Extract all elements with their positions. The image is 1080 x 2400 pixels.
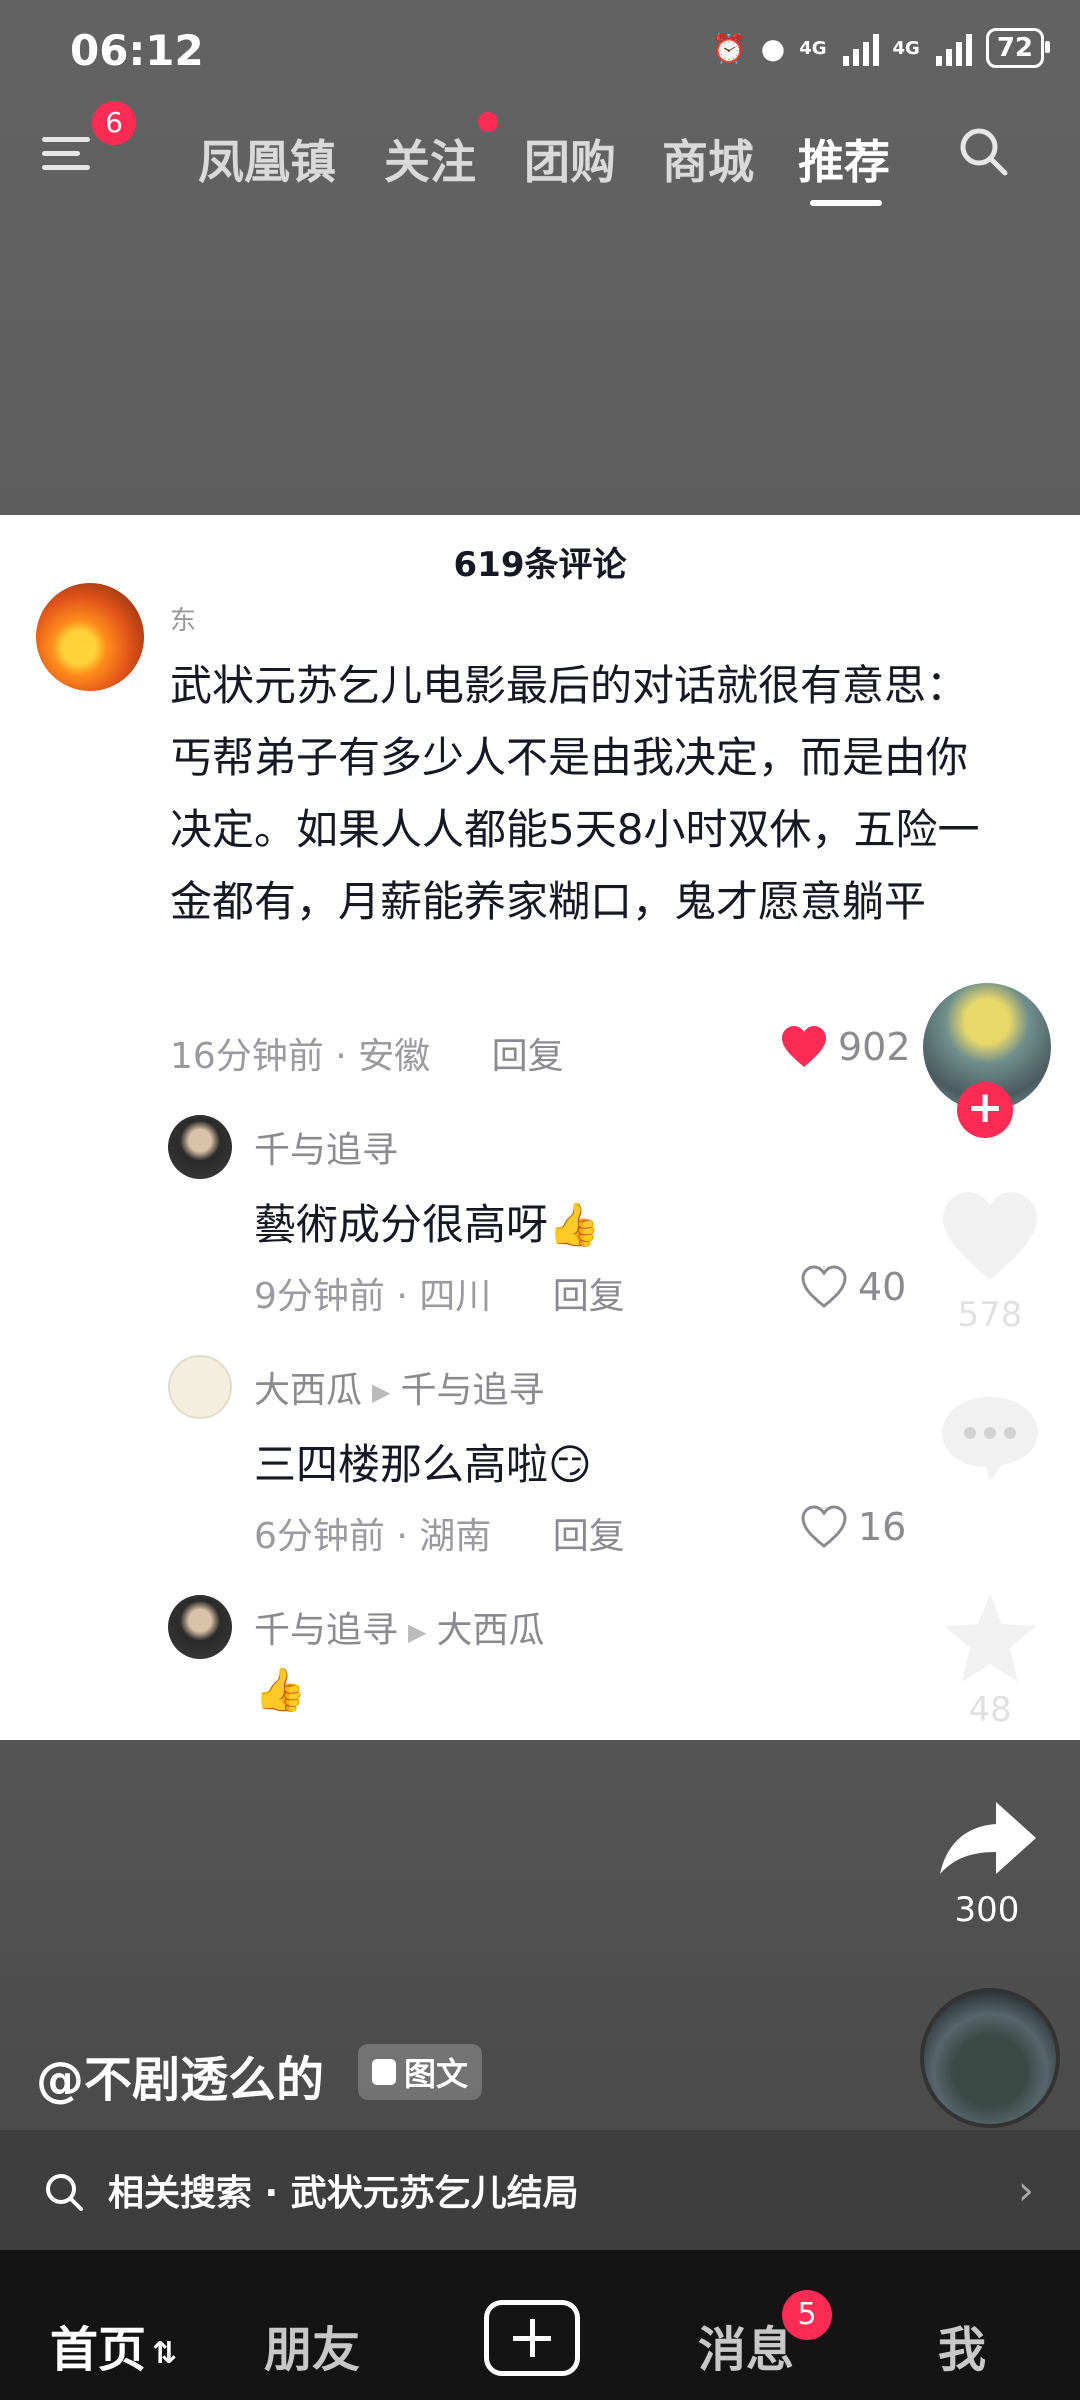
- side-favorite-count: 48: [968, 1690, 1012, 1730]
- commenter-avatar[interactable]: [36, 583, 144, 691]
- nav-home-label: 首页: [50, 2322, 147, 2378]
- comment-time-location: 16分钟前 · 安徽: [170, 1036, 431, 1077]
- menu-badge: 6: [92, 101, 136, 145]
- tab-group-buy[interactable]: 团购: [524, 126, 616, 192]
- heart-filled-icon: [782, 1026, 826, 1067]
- heart-outline-icon: [801, 1265, 847, 1308]
- post-type-label: 图文: [404, 2055, 469, 2093]
- following-notification-dot: [478, 112, 498, 132]
- tab-following[interactable]: 关注: [384, 126, 476, 192]
- reply-arrow-icon: ▶: [372, 1378, 391, 1406]
- nav-friends[interactable]: 朋友: [264, 2310, 360, 2380]
- reply-time-location: 6分钟前 · 湖南: [254, 1516, 492, 1557]
- side-favorite-icon[interactable]: [940, 1590, 1040, 1686]
- reply-button[interactable]: 回复: [492, 1036, 564, 1077]
- music-disc[interactable]: [920, 1988, 1060, 2128]
- battery-indicator: 72: [985, 28, 1051, 68]
- post-type-chip: 图文: [358, 2044, 483, 2100]
- search-icon: [46, 2174, 83, 2211]
- chevron-right-icon: ›: [1018, 2168, 1034, 2214]
- network-label-1: 4G: [799, 37, 827, 59]
- reply-time-location: 9分钟前 · 四川: [254, 1276, 492, 1317]
- messages-badge: 5: [782, 2290, 832, 2340]
- reply-avatar[interactable]: [168, 1595, 232, 1659]
- search-icon[interactable]: [958, 126, 1008, 176]
- reply-to-username[interactable]: 大西瓜: [436, 1610, 544, 1651]
- reply-like[interactable]: 40: [800, 1265, 906, 1309]
- follow-plus-icon[interactable]: +: [957, 1082, 1013, 1138]
- location-icon: ●: [760, 31, 786, 65]
- reply-text: 👍: [254, 1665, 307, 1714]
- plus-icon-vertical: [530, 2319, 535, 2357]
- share-arrow-icon[interactable]: [936, 1798, 1040, 1878]
- share-count: 300: [954, 1890, 1020, 1930]
- reply-to-username[interactable]: 千与追寻: [400, 1370, 544, 1411]
- comment-panel[interactable]: 619条评论 东 武状元苏乞儿电影最后的对话就很有意思：丐帮弟子有多少人不是由我…: [0, 515, 1080, 1740]
- menu-button[interactable]: [42, 128, 102, 188]
- reply-button[interactable]: 回复: [553, 1516, 625, 1557]
- video-background-top: [0, 0, 1080, 515]
- side-like-count: 578: [957, 1295, 1023, 1335]
- reply-text: 三四楼那么高啦😏: [254, 1440, 592, 1489]
- reply-text: 藝術成分很高呀👍: [254, 1200, 601, 1249]
- like-count: 40: [858, 1265, 907, 1309]
- image-post-icon: [372, 2059, 396, 2085]
- status-time: 06:12: [70, 26, 204, 75]
- reply-button[interactable]: 回复: [553, 1276, 625, 1317]
- status-icons: ⏰ ● 4G 4G 72: [711, 28, 1051, 68]
- comment-like[interactable]: 902: [780, 1025, 911, 1069]
- side-comment-icon[interactable]: [938, 1393, 1042, 1483]
- like-count: 16: [858, 1505, 907, 1549]
- comment-count-header: 619条评论: [453, 545, 627, 585]
- signal-icon: [842, 30, 879, 66]
- video-author[interactable]: @不剧透么的: [36, 2040, 324, 2110]
- refresh-swap-icon: ⇅: [152, 2335, 178, 2371]
- reply-meta: 9分钟前 · 四川 回复: [254, 1267, 625, 1319]
- reply-username[interactable]: 大西瓜: [254, 1370, 362, 1411]
- nav-home[interactable]: 首页 ⇅: [50, 2310, 177, 2380]
- signal-icon-2: [935, 30, 972, 66]
- nav-me[interactable]: 我: [938, 2310, 986, 2380]
- reply-username[interactable]: 千与追寻: [254, 1610, 398, 1651]
- reply-meta: 6分钟前 · 湖南 回复: [254, 1507, 625, 1559]
- tab-mall[interactable]: 商城: [662, 126, 754, 192]
- like-count: 902: [838, 1025, 911, 1069]
- commenter-username[interactable]: 东: [170, 600, 196, 637]
- reply-arrow-icon: ▶: [408, 1618, 427, 1646]
- reply-avatar[interactable]: [168, 1115, 232, 1179]
- reply-username-line: 大西瓜 ▶ 千与追寻: [254, 1361, 545, 1413]
- reply-username-line: 千与追寻 ▶ 大西瓜: [254, 1601, 545, 1653]
- tab-local[interactable]: 凤凰镇: [198, 126, 336, 192]
- create-post-button[interactable]: [484, 2300, 580, 2376]
- comment-text: 武状元苏乞儿电影最后的对话就很有意思：丐帮弟子有多少人不是由我决定，而是由你决定…: [170, 661, 980, 926]
- heart-outline-icon: [801, 1505, 847, 1548]
- tab-recommend[interactable]: 推荐: [798, 126, 890, 192]
- network-label-2: 4G: [892, 37, 920, 59]
- side-like-icon[interactable]: [938, 1190, 1042, 1284]
- related-search-bar[interactable]: 相关搜索 · 武状元苏乞儿结局 ›: [0, 2130, 1080, 2250]
- alarm-icon: ⏰: [711, 31, 747, 65]
- active-tab-indicator: [810, 200, 882, 206]
- reply-like[interactable]: 16: [800, 1505, 906, 1549]
- nav-messages[interactable]: 消息: [698, 2310, 794, 2380]
- related-search-text: 相关搜索 · 武状元苏乞儿结局: [108, 2173, 579, 2214]
- reply-username[interactable]: 千与追寻: [254, 1121, 398, 1173]
- comment-meta: 16分钟前 · 安徽 回复: [170, 1027, 564, 1079]
- reply-avatar[interactable]: [168, 1355, 232, 1419]
